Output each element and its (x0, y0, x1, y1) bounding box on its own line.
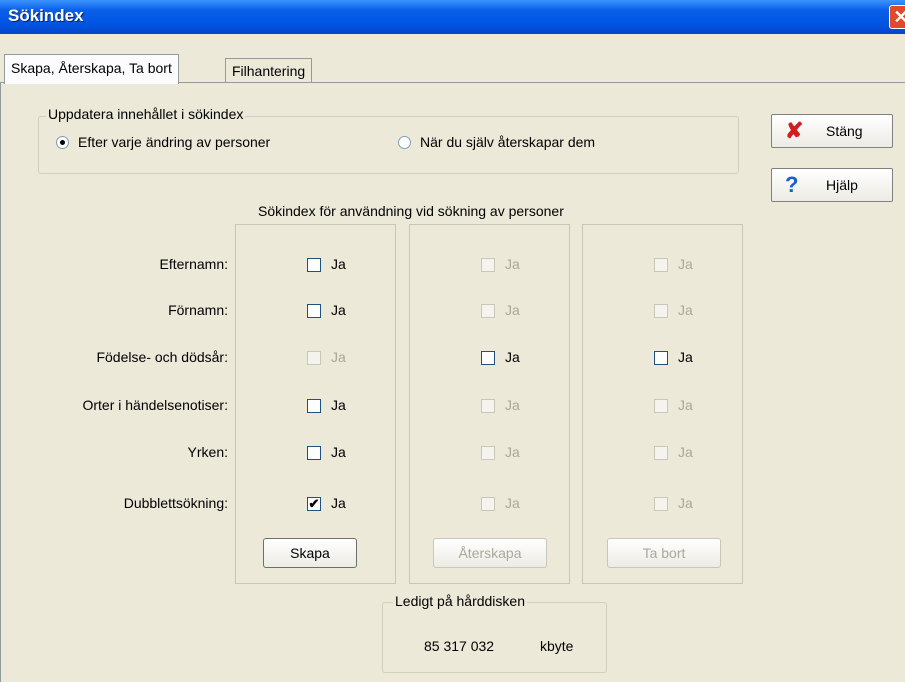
tab-filhantering[interactable]: Filhantering (225, 58, 313, 83)
skapa-button[interactable]: Skapa (263, 538, 357, 568)
row-label-orter: Orter i händelsenotiser: (82, 397, 228, 413)
checkbox-label: Ja (331, 349, 346, 365)
aterskapa-button[interactable]: Återskapa (433, 538, 547, 568)
checkbox-aterskapa-row-6 (481, 497, 495, 511)
close-button-label: Stäng (826, 123, 863, 139)
checkbox-label: Ja (505, 256, 520, 272)
question-mark-icon: ? (785, 172, 799, 197)
checkbox-label: Ja (678, 444, 693, 460)
row-label-efternamn: Efternamn: (159, 256, 228, 272)
checkbox-aterskapa-row-1 (481, 258, 495, 272)
checkbox-skapa-row-1[interactable] (307, 258, 321, 272)
checkbox-ta-bort-row-3[interactable] (654, 351, 668, 365)
help-button[interactable]: ? Hjälp (771, 168, 893, 202)
tab-label: Skapa, Återskapa, Ta bort (11, 60, 172, 76)
disk-free-unit: kbyte (540, 638, 574, 654)
checkbox-label: Ja (331, 397, 346, 413)
ta-bort-button-label: Ta bort (642, 545, 686, 561)
checkbox-label: Ja (505, 495, 520, 511)
checkbox-label: Ja (331, 495, 346, 511)
checkbox-label: Ja (331, 302, 346, 318)
help-button-label: Hjälp (826, 177, 858, 193)
checkbox-label: Ja (331, 444, 346, 460)
close-x-icon: ✘ (785, 118, 804, 143)
checkbox-aterskapa-row-2 (481, 304, 495, 318)
checkbox-label: Ja (678, 302, 693, 318)
row-labels: Efternamn: Förnamn: Födelse- och dödsår:… (0, 0, 228, 680)
checkbox-skapa-row-5[interactable] (307, 446, 321, 460)
checkbox-label: Ja (678, 397, 693, 413)
checkbox-skapa-row-3 (307, 351, 321, 365)
checkbox-label: Ja (678, 256, 693, 272)
radio-manual-label: När du själv återskapar dem (420, 134, 596, 150)
checkbox-aterskapa-row-3[interactable] (481, 351, 495, 365)
checkbox-skapa-row-2[interactable] (307, 304, 321, 318)
checkbox-label: Ja (505, 302, 520, 318)
checkbox-label: Ja (678, 495, 693, 511)
window-close-button[interactable]: ✕ (889, 5, 905, 29)
checkbox-ta-bort-row-1 (654, 258, 668, 272)
checkbox-label: Ja (505, 349, 520, 365)
checkbox-label: Ja (505, 397, 520, 413)
close-button[interactable]: ✘ Stäng (771, 114, 893, 148)
checkbox-aterskapa-row-4 (481, 399, 495, 413)
tab-skapa-aterskapa-ta-bort[interactable]: Skapa, Återskapa, Ta bort (4, 54, 179, 84)
aterskapa-button-label: Återskapa (458, 545, 522, 561)
checkbox-label: Ja (678, 349, 693, 365)
checkbox-label: Ja (505, 444, 520, 460)
checkbox-ta-bort-row-2 (654, 304, 668, 318)
disk-legend: Ledigt på hårddisken (393, 593, 527, 609)
row-label-dubblettsokning: Dubblettsökning: (123, 495, 228, 511)
checkbox-skapa-row-6[interactable]: ✔ (307, 497, 321, 511)
close-icon: ✕ (893, 7, 905, 27)
index-heading: Sökindex för användning vid sökning av p… (258, 203, 564, 219)
row-label-fornamn: Förnamn: (168, 302, 228, 318)
radio-manual[interactable] (398, 136, 411, 149)
row-label-yrken: Yrken: (187, 444, 228, 460)
row-label-fodelse-dodsar: Födelse- och dödsår: (96, 349, 228, 365)
checkbox-aterskapa-row-5 (481, 446, 495, 460)
ta-bort-button[interactable]: Ta bort (607, 538, 721, 568)
disk-free-value: 85 317 032 (424, 638, 495, 654)
checkbox-ta-bort-row-5 (654, 446, 668, 460)
tab-label: Filhantering (232, 63, 306, 79)
checkbox-label: Ja (331, 256, 346, 272)
checkbox-ta-bort-row-4 (654, 399, 668, 413)
skapa-button-label: Skapa (290, 545, 330, 561)
checkbox-ta-bort-row-6 (654, 497, 668, 511)
checkbox-skapa-row-4[interactable] (307, 399, 321, 413)
